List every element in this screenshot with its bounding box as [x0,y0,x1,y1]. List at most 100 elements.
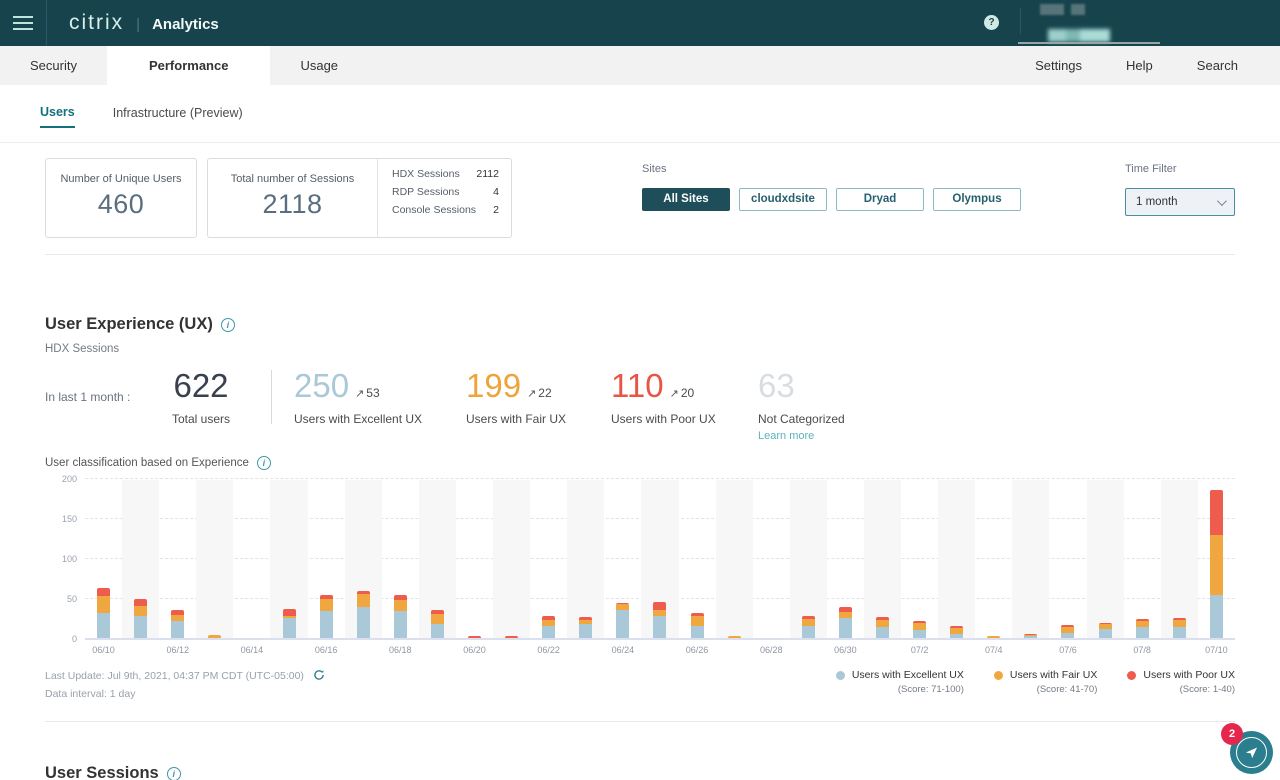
chart-column-07-9[interactable] [1161,480,1198,638]
chart-column-06-19[interactable] [419,480,456,638]
bar-segment [728,636,741,638]
tab-performance[interactable]: Performance [107,46,270,85]
chart-column-06-23[interactable] [567,480,604,638]
stacked-bar[interactable] [653,602,666,638]
help-icon[interactable]: ? [984,15,999,30]
chart-column-06-16[interactable] [308,480,345,638]
site-button-all-sites[interactable]: All Sites [642,188,730,211]
stacked-bar[interactable] [1099,623,1112,638]
chart-column-06-30[interactable] [827,480,864,638]
chart-column-06-10[interactable] [85,480,122,638]
chart-column-06-14[interactable] [233,480,270,638]
subnav-users[interactable]: Users [40,99,75,128]
stacked-bar[interactable] [950,626,963,638]
time-filter-select[interactable]: 1 month [1125,188,1235,216]
stacked-bar[interactable] [1024,634,1037,638]
chart-column-07-8[interactable] [1124,480,1161,638]
stacked-bar[interactable] [468,636,481,638]
stacked-bar[interactable] [987,636,1000,638]
chart-column-06-21[interactable] [493,480,530,638]
chart-column-06-20[interactable] [456,480,493,638]
tab-usage[interactable]: Usage [270,46,368,85]
chart-column-06-18[interactable] [382,480,419,638]
chart-column-06-13[interactable] [196,480,233,638]
chart-column-06-24[interactable] [604,480,641,638]
stacked-bar[interactable] [1136,619,1149,638]
stacked-bar[interactable] [320,595,333,638]
stacked-bar[interactable] [505,636,518,638]
stacked-bar[interactable] [171,610,184,638]
x-tick-label: 07/4 [975,645,1012,661]
tab-security[interactable]: Security [0,46,107,85]
chart-column-07-10[interactable] [1198,480,1235,638]
chevron-down-icon [1217,196,1227,206]
info-icon[interactable]: i [257,456,271,470]
stacked-bar[interactable] [728,636,741,638]
redacted-user-menu[interactable] [1048,29,1110,42]
chart-column-06-28[interactable] [753,480,790,638]
bar-segment [653,602,666,610]
stacked-bar[interactable] [134,599,147,638]
rdp-sessions-value: 4 [493,186,499,198]
chart-column-06-11[interactable] [122,480,159,638]
chart-column-06-12[interactable] [159,480,196,638]
hamburger-menu-icon[interactable] [0,0,47,46]
info-icon[interactable]: i [167,767,181,780]
chart-column-07-5[interactable] [1012,480,1049,638]
session-breakdown: HDX Sessions 2112 RDP Sessions 4 Console… [378,159,511,237]
stacked-bar[interactable] [616,603,629,638]
stacked-bar[interactable] [1173,618,1186,638]
sites-filter-group: Sites All Sites cloudxdsite Dryad Olympu… [642,158,1021,238]
chart-column-06-17[interactable] [345,480,382,638]
bar-segment [876,627,889,638]
x-tick-label: 06/18 [382,645,419,661]
chart-column-07-4[interactable] [975,480,1012,638]
stacked-bar[interactable] [913,621,926,638]
chart-plot-area[interactable] [85,480,1235,640]
stacked-bar[interactable] [394,595,407,638]
site-button-cloudxdsite[interactable]: cloudxdsite [739,188,827,211]
chart-column-06-27[interactable] [716,480,753,638]
chart-column-06-22[interactable] [530,480,567,638]
header-divider [1020,8,1021,34]
stacked-bar[interactable] [542,616,555,638]
notification-badge[interactable]: 2 [1221,723,1243,745]
tab-search[interactable]: Search [1175,46,1260,85]
chart-column-07-6[interactable] [1049,480,1086,638]
chart-column-07-2[interactable] [901,480,938,638]
chart-column-07-3[interactable] [938,480,975,638]
chart-column-06-26[interactable] [679,480,716,638]
stacked-bar[interactable] [839,607,852,638]
refresh-icon[interactable] [313,669,325,681]
stacked-bar[interactable] [208,635,221,638]
chart-column-06-29[interactable] [790,480,827,638]
learn-more-link[interactable]: Learn more [758,430,845,442]
stacked-bar[interactable] [876,617,889,638]
chart-column-07-7[interactable] [1087,480,1124,638]
stacked-bar[interactable] [283,609,296,638]
citrix-logo: citrix [69,11,124,35]
chart-column-06-25[interactable] [641,480,678,638]
bar-segment [134,599,147,606]
stacked-bar[interactable] [357,591,370,638]
x-tick-label: 06/10 [85,645,122,661]
site-button-dryad[interactable]: Dryad [836,188,924,211]
legend-label-poor: Users with Poor UX [1143,669,1235,681]
info-icon[interactable]: i [221,318,235,332]
stacked-bar[interactable] [802,616,815,638]
stacked-bar[interactable] [1061,625,1074,638]
stacked-bar[interactable] [1210,490,1223,638]
trend-up-icon: ↗ [355,388,364,400]
chart-column-07-1[interactable] [864,480,901,638]
site-button-olympus[interactable]: Olympus [933,188,1021,211]
chart-column-06-15[interactable] [270,480,307,638]
breakdown-row-hdx: HDX Sessions 2112 [392,168,499,180]
tab-help[interactable]: Help [1104,46,1175,85]
subnav-infrastructure[interactable]: Infrastructure (Preview) [113,100,243,127]
x-tick-label [567,645,604,661]
stacked-bar[interactable] [691,613,704,638]
stacked-bar[interactable] [97,588,110,638]
stacked-bar[interactable] [431,610,444,638]
stacked-bar[interactable] [579,617,592,638]
tab-settings[interactable]: Settings [1013,46,1104,85]
